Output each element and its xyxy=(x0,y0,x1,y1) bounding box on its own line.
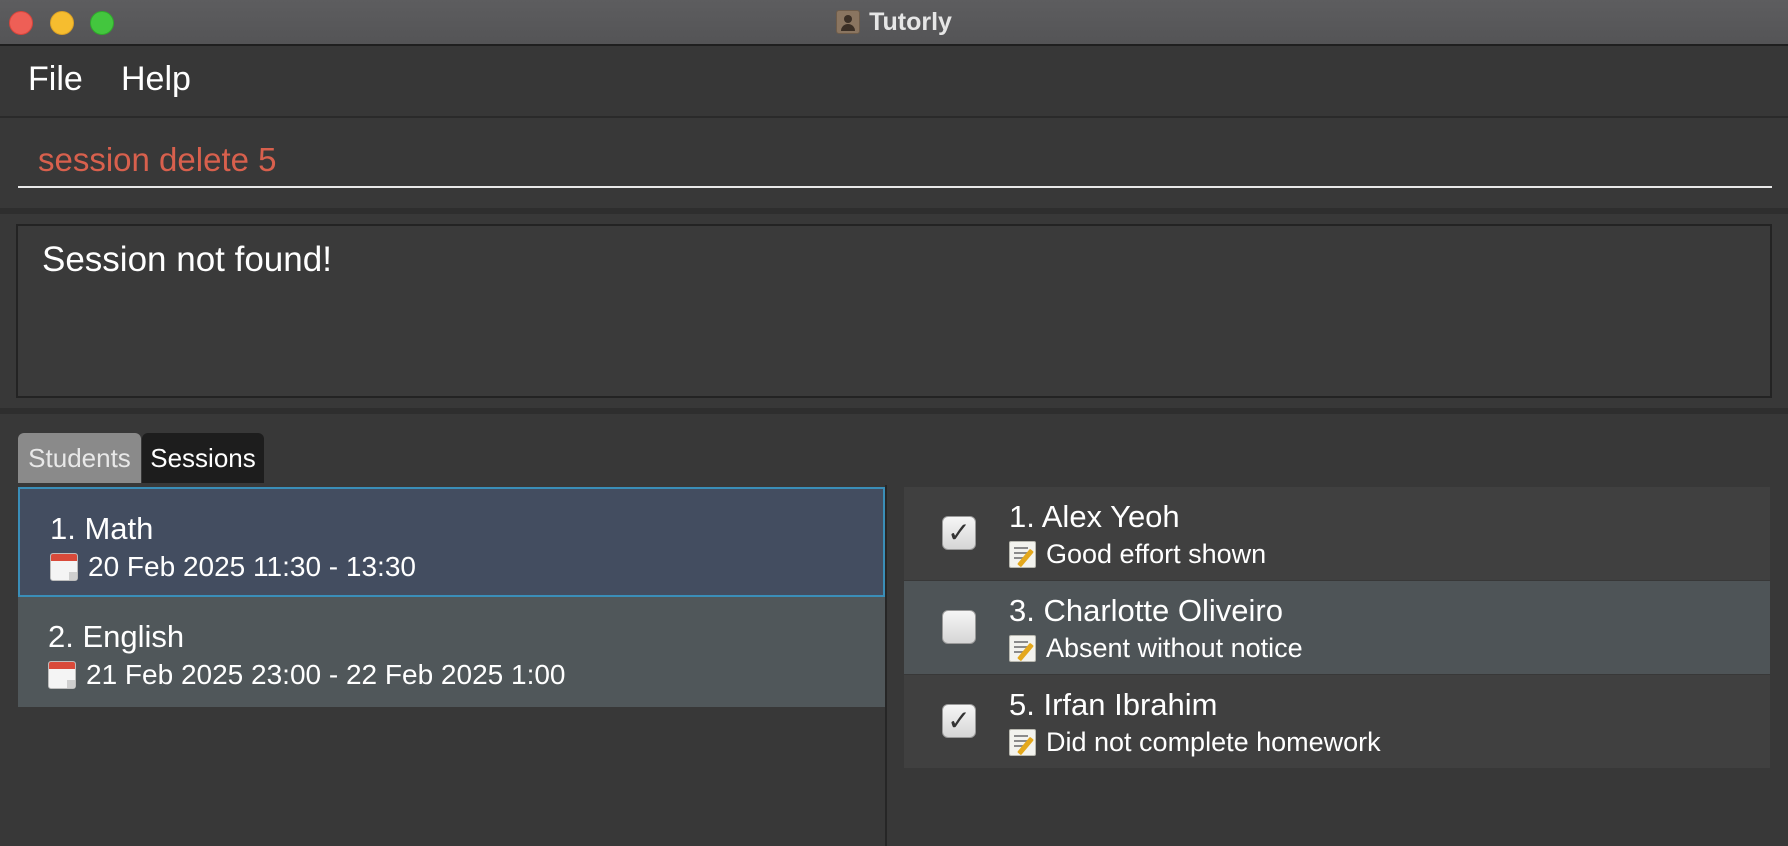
session-title: 2. English xyxy=(48,619,185,654)
attendance-row-alex-yeoh[interactable]: ✓ 1. Alex Yeoh Good effort shown xyxy=(904,487,1770,580)
result-message: Session not found! xyxy=(42,240,332,279)
menu-help[interactable]: Help xyxy=(121,60,191,99)
memo-icon xyxy=(1009,729,1036,756)
session-time-row: 20 Feb 2025 11:30 - 13:30 xyxy=(50,551,416,583)
app-window: Tutorly File Help Session not found! Stu… xyxy=(0,0,1788,846)
menu-bar: File Help xyxy=(0,46,1788,118)
calendar-icon xyxy=(48,661,76,689)
memo-icon xyxy=(1009,635,1036,662)
title-bar[interactable]: Tutorly xyxy=(0,0,1788,46)
session-time: 20 Feb 2025 11:30 - 13:30 xyxy=(88,551,416,582)
session-time-row: 21 Feb 2025 23:00 - 22 Feb 2025 1:00 xyxy=(48,659,566,691)
calendar-icon xyxy=(50,553,78,581)
attendance-checkbox[interactable] xyxy=(942,610,976,644)
student-name: 3. Charlotte Oliveiro xyxy=(1009,593,1283,628)
note-row: Absent without notice xyxy=(1009,633,1303,664)
window-title: Tutorly xyxy=(869,7,952,36)
menu-file[interactable]: File xyxy=(28,60,83,99)
attendance-checkbox[interactable]: ✓ xyxy=(942,704,976,738)
tab-students[interactable]: Students xyxy=(18,433,141,483)
session-card-english[interactable]: 2. English 21 Feb 2025 23:00 - 22 Feb 20… xyxy=(18,597,885,707)
title-wrap: Tutorly xyxy=(0,0,1788,44)
attendance-checkbox[interactable]: ✓ xyxy=(942,516,976,550)
memo-icon xyxy=(1009,541,1036,568)
note-row: Did not complete homework xyxy=(1009,727,1381,758)
student-name: 5. Irfan Ibrahim xyxy=(1009,687,1218,722)
command-input[interactable] xyxy=(18,134,1772,188)
attendance-row-charlotte-oliveiro[interactable]: 3. Charlotte Oliveiro Absent without not… xyxy=(904,581,1770,674)
attendance-note: Did not complete homework xyxy=(1046,727,1381,757)
session-title: 1. Math xyxy=(50,511,154,546)
app-icon xyxy=(836,10,861,34)
student-name: 1. Alex Yeoh xyxy=(1009,499,1180,534)
tab-sessions[interactable]: Sessions xyxy=(142,433,264,483)
attendance-list: ✓ 1. Alex Yeoh Good effort shown 3. Char… xyxy=(889,485,1788,846)
result-display-area: Session not found! xyxy=(0,214,1788,414)
result-display[interactable]: Session not found! xyxy=(16,224,1772,398)
session-time: 21 Feb 2025 23:00 - 22 Feb 2025 1:00 xyxy=(86,659,566,690)
session-list: 1. Math 20 Feb 2025 11:30 - 13:30 2. Eng… xyxy=(18,485,887,846)
command-box xyxy=(0,118,1788,214)
note-row: Good effort shown xyxy=(1009,539,1266,570)
attendance-note: Good effort shown xyxy=(1046,539,1267,569)
session-card-math[interactable]: 1. Math 20 Feb 2025 11:30 - 13:30 xyxy=(18,487,885,597)
attendance-row-irfan-ibrahim[interactable]: ✓ 5. Irfan Ibrahim Did not complete home… xyxy=(904,675,1770,768)
attendance-note: Absent without notice xyxy=(1046,633,1303,663)
